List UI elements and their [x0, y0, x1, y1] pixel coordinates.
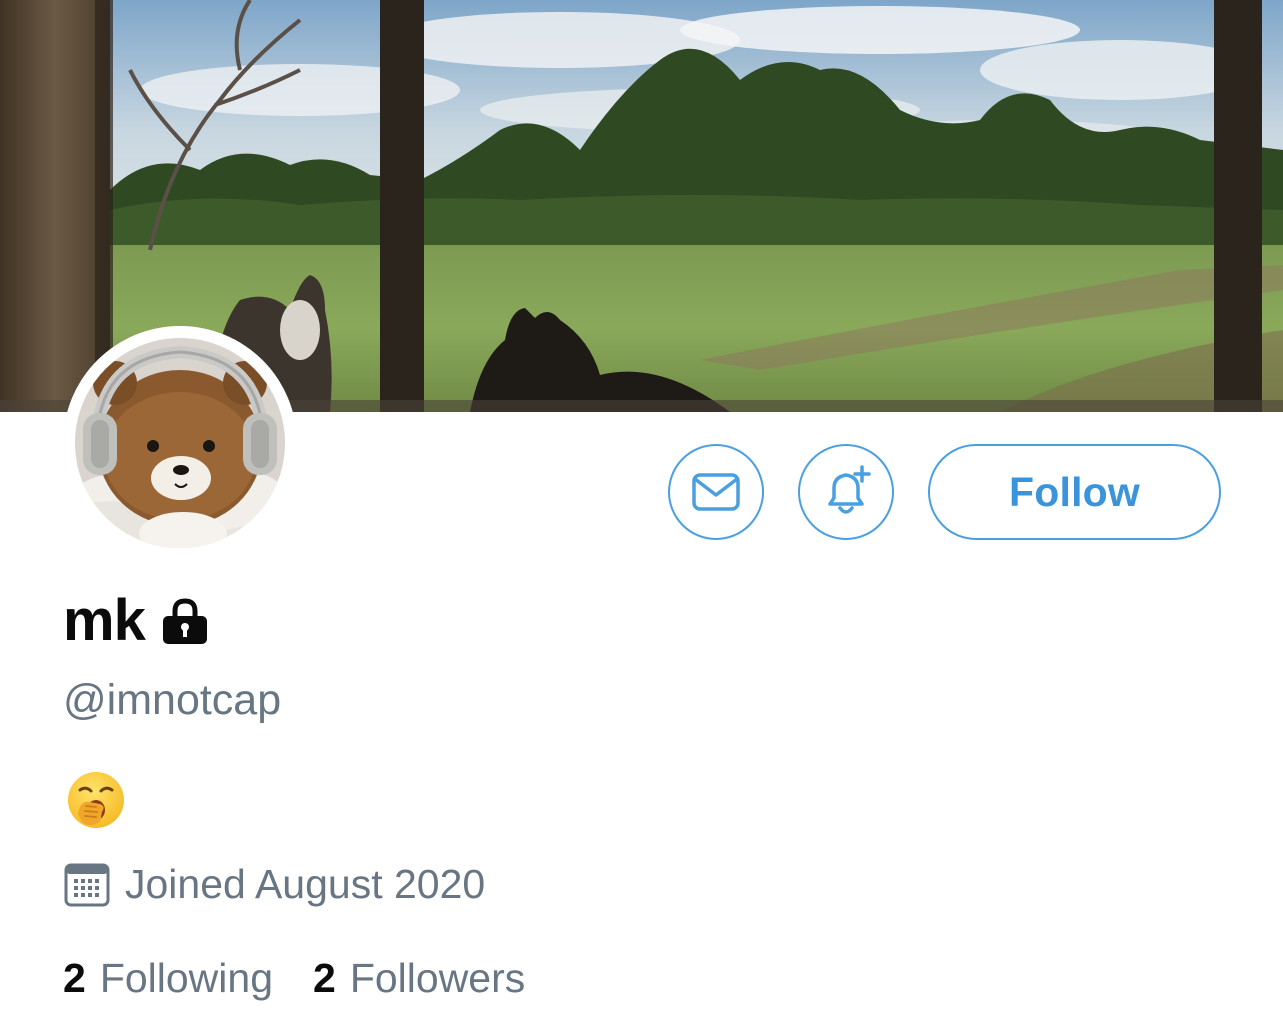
- followers-label: Followers: [349, 955, 526, 1001]
- display-name-row: mk: [63, 592, 211, 650]
- following-link[interactable]: 2 Following: [63, 955, 273, 1002]
- display-name: mk: [63, 588, 146, 653]
- bell-plus-icon: [828, 465, 871, 514]
- profile-page: Follow mk @imnotcap Joined August 2020 2…: [0, 0, 1283, 1034]
- message-button[interactable]: [668, 444, 764, 540]
- follow-button[interactable]: Follow: [928, 444, 1221, 540]
- calendar-icon: [64, 863, 110, 907]
- following-count: 2: [63, 955, 86, 1001]
- envelope-icon: [692, 473, 740, 511]
- joined-text: Joined August 2020: [125, 860, 486, 907]
- followers-link[interactable]: 2 Followers: [313, 955, 525, 1002]
- avatar[interactable]: [63, 326, 297, 560]
- joined-date: Joined August 2020: [63, 860, 485, 908]
- followers-count: 2: [313, 955, 336, 1001]
- lock-icon: [162, 598, 207, 644]
- yawning-face-icon: [68, 772, 124, 828]
- profile-stats: 2 Following 2 Followers: [63, 955, 525, 1002]
- notifications-button[interactable]: [798, 444, 894, 540]
- following-label: Following: [99, 955, 274, 1001]
- username-handle: @imnotcap: [63, 676, 282, 724]
